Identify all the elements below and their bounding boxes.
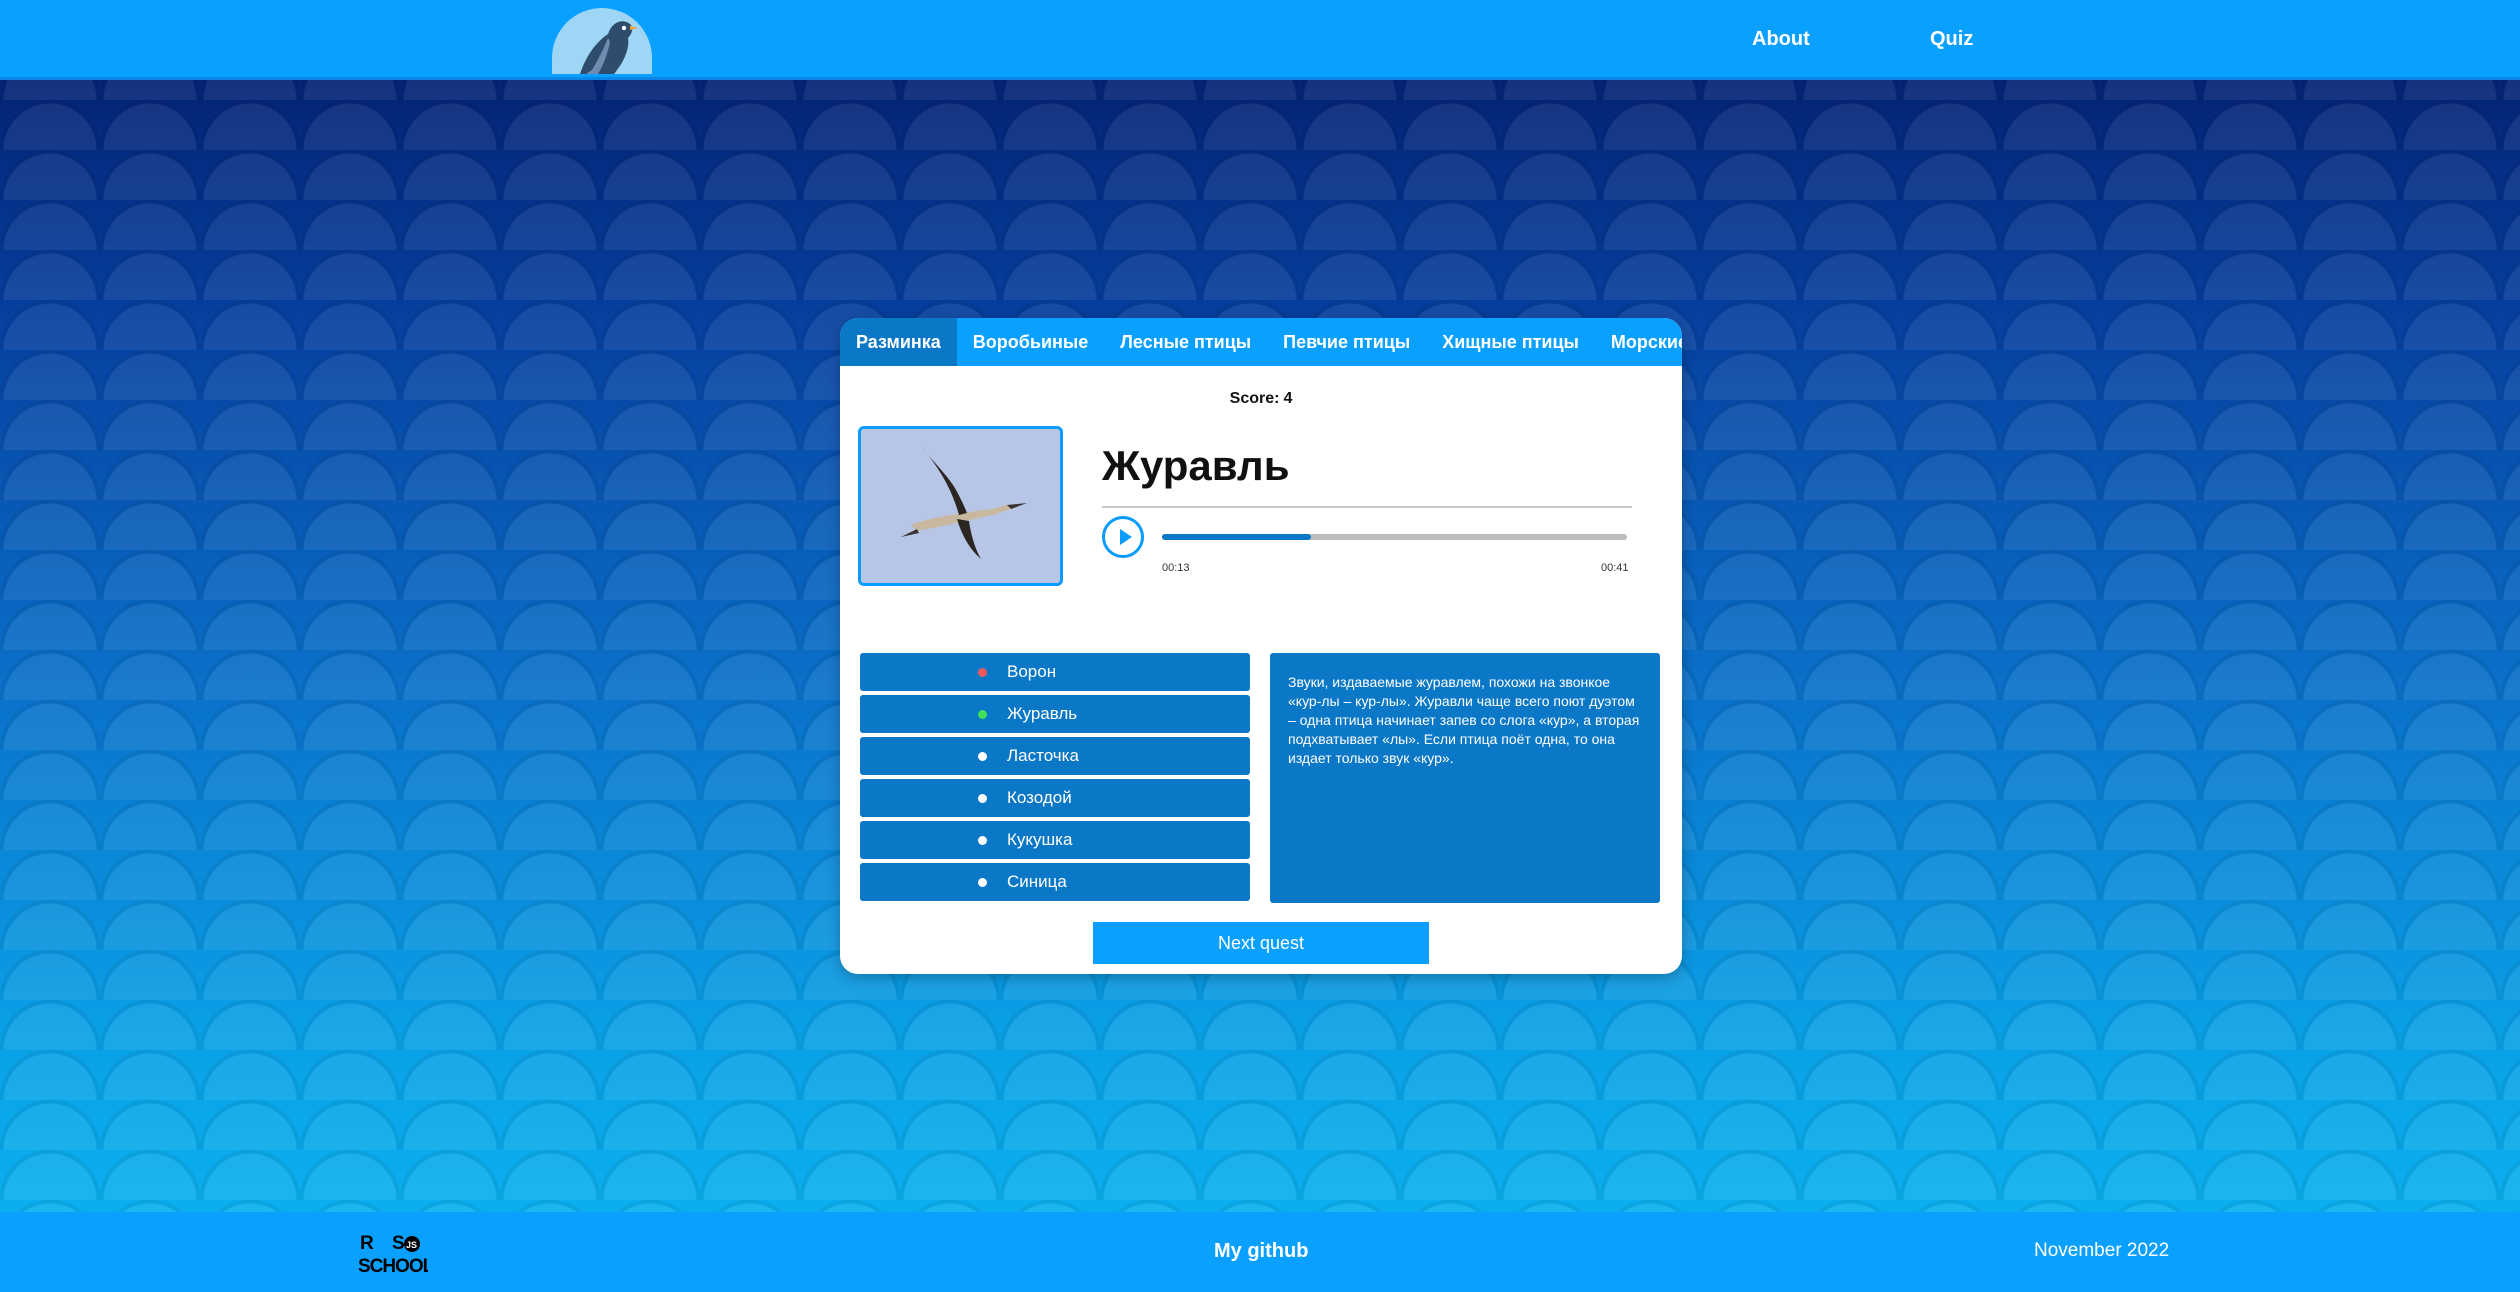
divider [1102, 506, 1632, 508]
answer-option[interactable]: Ворон [860, 653, 1250, 691]
answer-option[interactable]: Кукушка [860, 821, 1250, 859]
rs-school-logo-icon: R S JS SCHOOL [358, 1233, 436, 1277]
play-icon [1120, 529, 1132, 545]
crane-photo-icon [861, 429, 1060, 583]
answer-label: Ласточка [1007, 746, 1079, 765]
tab-songbirds[interactable]: Певчие птицы [1267, 318, 1426, 366]
quiz-card: Разминка Воробьиные Лесные птицы Певчие … [840, 318, 1682, 974]
duration-time: 00:41 [1601, 562, 1629, 574]
github-link[interactable]: My github [1214, 1240, 1308, 1263]
nav-quiz-link[interactable]: Quiz [1930, 28, 1973, 51]
answer-status-dot [978, 752, 987, 761]
bird-description-panel: Звуки, издаваемые журавлем, похожи на зв… [1270, 653, 1660, 903]
score: Score: 4 [840, 390, 1682, 408]
tab-seabirds[interactable]: Морские птицы [1595, 318, 1682, 366]
answer-label: Ворон [1007, 662, 1057, 681]
bird-image [858, 426, 1063, 586]
site-footer: R S JS SCHOOL My github November 2022 [0, 1212, 2520, 1292]
answer-status-dot [978, 794, 987, 803]
play-button[interactable] [1102, 516, 1144, 558]
answer-status-dot [978, 710, 987, 719]
answer-status-dot [978, 668, 987, 677]
answer-label: Кукушка [1007, 830, 1073, 849]
answer-option[interactable]: Козодой [860, 779, 1250, 817]
audio-progress-fill [1162, 534, 1311, 540]
site-header: About Quiz [0, 0, 2520, 80]
answer-status-dot [978, 836, 987, 845]
answer-option[interactable]: Журавль [860, 695, 1250, 733]
next-quest-button[interactable]: Next quest [1093, 922, 1429, 964]
answer-label: Синица [1007, 872, 1067, 891]
svg-text:SCHOOL: SCHOOL [358, 1256, 428, 1276]
answer-status-dot [978, 878, 987, 887]
answer-option[interactable]: Синица [860, 863, 1250, 901]
footer-date: November 2022 [2034, 1240, 2170, 1261]
svg-text:R: R [360, 1233, 374, 1254]
category-tabs: Разминка Воробьиные Лесные птицы Певчие … [840, 318, 1682, 366]
rs-school-logo[interactable]: R S JS SCHOOL [358, 1230, 436, 1277]
audio-progress-bar[interactable] [1162, 534, 1627, 540]
bird-logo[interactable] [552, 8, 652, 74]
answer-list: Ворон Журавль Ласточка Козодой Кукушка С… [860, 653, 1250, 905]
tab-forest-birds[interactable]: Лесные птицы [1104, 318, 1267, 366]
answer-label: Журавль [1007, 704, 1078, 723]
tab-passerines[interactable]: Воробьиные [957, 318, 1105, 366]
bird-name: Журавль [1102, 442, 1290, 489]
bird-description: Звуки, издаваемые журавлем, похожи на зв… [1288, 674, 1640, 766]
score-label: Score: [1229, 390, 1280, 407]
svg-text:JS: JS [406, 1240, 417, 1250]
nav-about-link[interactable]: About [1752, 28, 1810, 51]
score-value: 4 [1283, 390, 1293, 407]
tab-birds-of-prey[interactable]: Хищные птицы [1426, 318, 1595, 366]
answer-label: Козодой [1007, 788, 1072, 807]
current-time: 00:13 [1162, 562, 1190, 574]
bird-logo-icon [580, 21, 638, 74]
answer-option[interactable]: Ласточка [860, 737, 1250, 775]
svg-text:S: S [392, 1233, 405, 1254]
tab-warmup[interactable]: Разминка [840, 318, 957, 366]
